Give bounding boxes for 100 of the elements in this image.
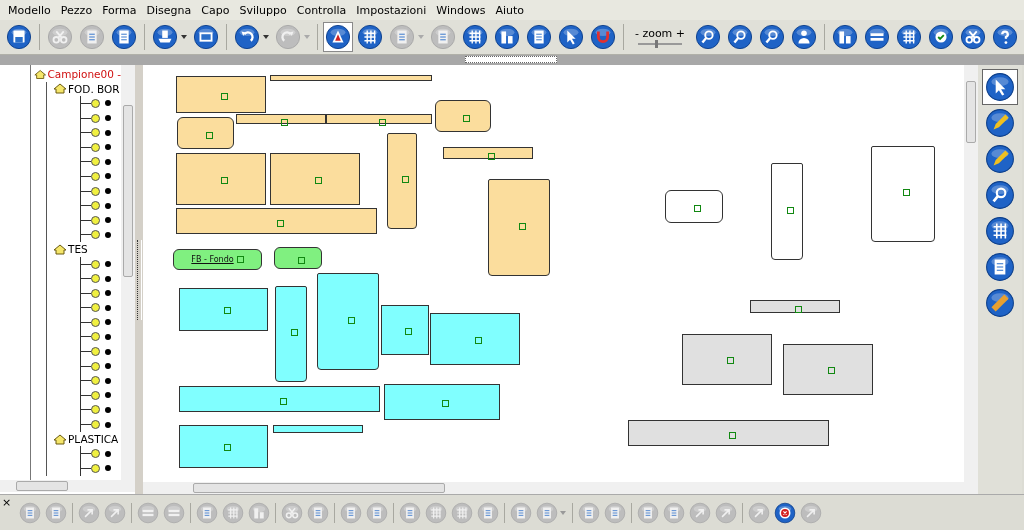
- menu-item[interactable]: Forma: [97, 3, 142, 17]
- tree-group-label[interactable]: FOD. BOR: [68, 82, 120, 95]
- dot-icon[interactable]: [105, 261, 111, 267]
- menu-item[interactable]: Disegna: [141, 3, 197, 17]
- dot-icon[interactable]: [105, 465, 111, 472]
- dot-icon[interactable]: [105, 217, 111, 224]
- dot-icon[interactable]: [105, 202, 111, 209]
- pattern-piece[interactable]: [682, 334, 772, 385]
- zoom-slider[interactable]: [638, 39, 682, 48]
- piece-node-icon[interactable]: [91, 463, 100, 473]
- pattern-piece[interactable]: [488, 179, 550, 276]
- dot-icon[interactable]: [105, 363, 111, 370]
- pattern-piece[interactable]: [443, 147, 533, 159]
- drawing-canvas[interactable]: FB - Fondo: [143, 65, 964, 482]
- tree-group-label[interactable]: TES: [68, 243, 88, 256]
- dot-icon[interactable]: [105, 188, 111, 195]
- menu-item[interactable]: Modello: [3, 3, 56, 17]
- pattern-piece[interactable]: [384, 384, 500, 420]
- piece-node-icon[interactable]: [91, 303, 100, 313]
- piece-node-icon[interactable]: [91, 142, 100, 152]
- tree-group-label[interactable]: PLASTICA: [68, 433, 119, 446]
- piece-node-icon[interactable]: [91, 215, 100, 225]
- horizontal-scrollbar[interactable]: [0, 480, 135, 492]
- dot-icon[interactable]: [105, 231, 111, 238]
- dot-icon[interactable]: [105, 304, 111, 311]
- dot-icon[interactable]: [105, 377, 111, 384]
- menu-item[interactable]: Aiuto: [490, 3, 530, 17]
- dot-icon[interactable]: [105, 129, 111, 136]
- piece-node-icon[interactable]: [91, 113, 100, 123]
- piece-node-icon[interactable]: [91, 332, 100, 342]
- pattern-piece[interactable]: [387, 133, 417, 229]
- horizontal-scrollbar[interactable]: [143, 482, 978, 494]
- pattern-piece[interactable]: [326, 114, 432, 124]
- piece-node-icon[interactable]: [91, 128, 100, 138]
- menu-item[interactable]: Controlla: [291, 3, 352, 17]
- pattern-piece[interactable]: [236, 114, 326, 124]
- piece-node-icon[interactable]: [91, 405, 100, 415]
- piece-node-icon[interactable]: [91, 361, 100, 371]
- pattern-piece[interactable]: [274, 247, 322, 269]
- menu-item[interactable]: Capo: [196, 3, 235, 17]
- dot-icon[interactable]: [105, 173, 111, 180]
- menu-item[interactable]: Pezzo: [55, 3, 98, 17]
- pattern-piece[interactable]: FB - Fondo: [173, 249, 262, 270]
- piece-node-icon[interactable]: [91, 420, 100, 430]
- dot-icon[interactable]: [105, 290, 111, 297]
- dot-icon[interactable]: [105, 421, 111, 428]
- dot-icon[interactable]: [105, 406, 111, 413]
- pattern-piece[interactable]: [176, 208, 377, 234]
- pattern-piece[interactable]: [179, 425, 268, 468]
- piece-node-icon[interactable]: [91, 288, 100, 298]
- pattern-piece[interactable]: [270, 153, 360, 205]
- piece-node-icon[interactable]: [91, 230, 100, 240]
- pattern-piece[interactable]: [871, 146, 935, 242]
- pattern-piece[interactable]: [783, 344, 873, 395]
- piece-node-icon[interactable]: [91, 376, 100, 386]
- pattern-piece[interactable]: [317, 273, 379, 370]
- pattern-piece[interactable]: [177, 117, 234, 149]
- piece-node-icon[interactable]: [91, 390, 100, 400]
- pattern-piece[interactable]: [179, 386, 380, 412]
- caret-icon[interactable]: [263, 35, 269, 39]
- piece-node-icon[interactable]: [91, 347, 100, 357]
- piece-node-icon[interactable]: [91, 449, 100, 459]
- piece-node-icon[interactable]: [91, 259, 100, 269]
- dot-icon[interactable]: [105, 319, 111, 326]
- dot-icon[interactable]: [105, 158, 111, 165]
- pattern-piece[interactable]: [665, 190, 723, 223]
- close-button[interactable]: ×: [2, 496, 12, 509]
- zoom-slider-thumb[interactable]: [654, 39, 658, 48]
- pattern-piece[interactable]: [273, 425, 363, 433]
- piece-node-icon[interactable]: [91, 201, 100, 211]
- pattern-piece[interactable]: [381, 305, 429, 355]
- caret-icon[interactable]: [181, 35, 187, 39]
- menu-item[interactable]: Impostazioni: [351, 3, 432, 17]
- pattern-piece[interactable]: [270, 75, 432, 81]
- view-dropdown[interactable]: [465, 56, 557, 63]
- pattern-piece[interactable]: [275, 286, 307, 382]
- dot-icon[interactable]: [105, 348, 111, 355]
- pattern-piece[interactable]: [179, 288, 268, 331]
- dot-icon[interactable]: [105, 275, 111, 282]
- piece-node-icon[interactable]: [91, 274, 100, 284]
- piece-node-icon[interactable]: [91, 317, 100, 327]
- dot-icon[interactable]: [105, 100, 111, 107]
- piece-node-icon[interactable]: [91, 171, 100, 181]
- menu-item[interactable]: Windows: [431, 3, 491, 17]
- vertical-scrollbar[interactable]: [121, 65, 135, 480]
- pattern-piece[interactable]: [430, 313, 520, 365]
- dot-icon[interactable]: [105, 334, 111, 340]
- stop-icon[interactable]: [774, 501, 797, 524]
- dot-icon[interactable]: [105, 392, 111, 399]
- menu-item[interactable]: Sviluppo: [234, 3, 292, 17]
- pattern-piece[interactable]: [176, 76, 266, 113]
- pattern-piece[interactable]: [750, 300, 840, 313]
- piece-node-icon[interactable]: [91, 99, 100, 108]
- pattern-piece[interactable]: [176, 153, 266, 205]
- tree-root-label[interactable]: Campione00 -: [47, 68, 121, 81]
- dot-icon[interactable]: [105, 450, 111, 457]
- pattern-piece[interactable]: [435, 100, 491, 132]
- pattern-piece[interactable]: [771, 163, 803, 260]
- dot-icon[interactable]: [105, 144, 111, 151]
- piece-node-icon[interactable]: [91, 186, 100, 196]
